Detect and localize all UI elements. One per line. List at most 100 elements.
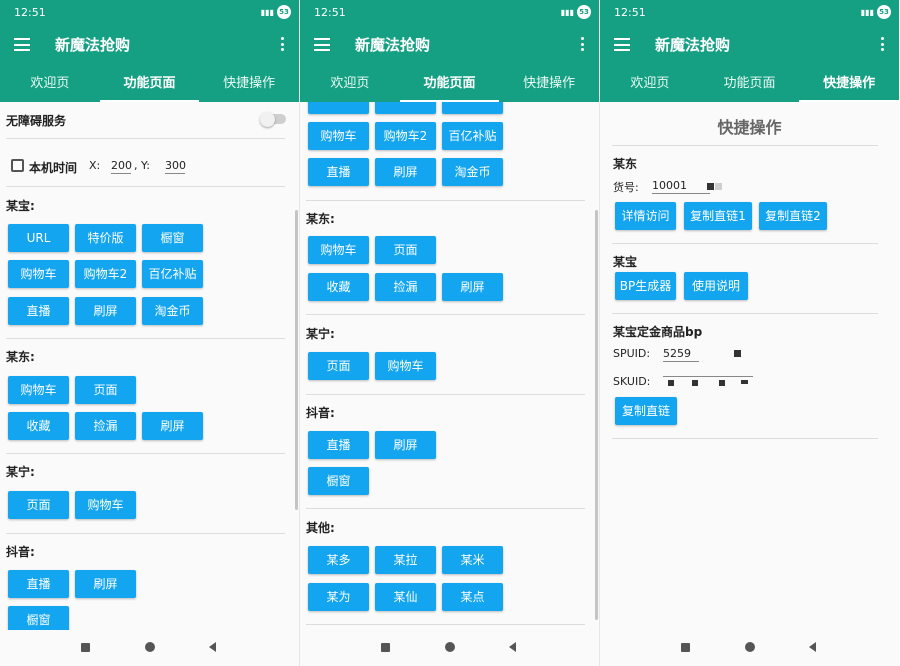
home-icon[interactable] bbox=[145, 642, 155, 652]
mt-cart2-button[interactable]: 购物车2 bbox=[375, 122, 436, 150]
tab-bar: 欢迎页 功能页面 快捷操作 bbox=[600, 66, 899, 102]
menu-icon[interactable] bbox=[14, 38, 30, 51]
other-dian-button[interactable]: 某点 bbox=[442, 583, 503, 611]
recents-icon[interactable] bbox=[681, 643, 690, 652]
dy-refresh-button[interactable]: 刷屏 bbox=[375, 431, 436, 459]
md-cart-button[interactable]: 购物车 bbox=[308, 236, 369, 264]
mt-subsidy-button[interactable]: 百亿补贴 bbox=[142, 260, 203, 288]
usage-guide-button[interactable]: 使用说明 bbox=[684, 272, 748, 300]
mt-subsidy-button[interactable]: 百亿补贴 bbox=[442, 122, 503, 150]
redaction-mark bbox=[707, 183, 714, 190]
mt-special-button[interactable]: 特价版 bbox=[75, 224, 136, 252]
md-bargain-button[interactable]: 捡漏 bbox=[75, 412, 136, 440]
mt-partial-button[interactable] bbox=[442, 102, 503, 114]
tab-bar: 欢迎页 功能页面 快捷操作 bbox=[300, 66, 599, 102]
home-icon[interactable] bbox=[445, 642, 455, 652]
dy-showcase-button[interactable]: 橱窗 bbox=[308, 467, 369, 495]
mt-showcase-button[interactable]: 橱窗 bbox=[142, 224, 203, 252]
shortcuts-content: 快捷操作 某东 货号: 10001 详情访问 复制直链1 复制直链2 某宝 BP… bbox=[600, 102, 899, 630]
tab-shortcuts[interactable]: 快捷操作 bbox=[199, 66, 299, 102]
tab-shortcuts[interactable]: 快捷操作 bbox=[799, 66, 899, 102]
dy-live-button[interactable]: 直播 bbox=[308, 431, 369, 459]
menu-icon[interactable] bbox=[314, 38, 330, 51]
more-options-icon[interactable] bbox=[581, 37, 585, 51]
section-label-mt: 某宝: bbox=[6, 199, 35, 213]
status-icons: ▮▮▮ 53 bbox=[561, 5, 591, 19]
dy-showcase-button[interactable]: 橱窗 bbox=[8, 606, 69, 630]
more-options-icon[interactable] bbox=[281, 37, 285, 51]
mt-cart-button[interactable]: 购物车 bbox=[8, 260, 69, 288]
scrollbar[interactable] bbox=[595, 210, 598, 620]
redaction-mark bbox=[734, 350, 741, 357]
other-la-button[interactable]: 某拉 bbox=[375, 546, 436, 574]
md-favorites-button[interactable]: 收藏 bbox=[308, 273, 369, 301]
more-options-icon[interactable] bbox=[881, 37, 885, 51]
md-refresh-button[interactable]: 刷屏 bbox=[142, 412, 203, 440]
home-icon[interactable] bbox=[745, 642, 755, 652]
mt-partial-button[interactable] bbox=[375, 102, 436, 114]
recents-icon[interactable] bbox=[381, 643, 390, 652]
tab-functions[interactable]: 功能页面 bbox=[99, 66, 200, 102]
other-xian-button[interactable]: 某仙 bbox=[375, 583, 436, 611]
dy-live-button[interactable]: 直播 bbox=[8, 570, 69, 598]
mt-partial-button[interactable] bbox=[308, 102, 369, 114]
status-time: 12:51 bbox=[14, 6, 46, 19]
mt-coins-button[interactable]: 淘金币 bbox=[142, 297, 203, 325]
mt-live-button[interactable]: 直播 bbox=[8, 297, 69, 325]
md-bargain-button[interactable]: 捡漏 bbox=[375, 273, 436, 301]
mn-page-button[interactable]: 页面 bbox=[8, 491, 69, 519]
dy-refresh-button[interactable]: 刷屏 bbox=[75, 570, 136, 598]
tab-welcome[interactable]: 欢迎页 bbox=[0, 66, 100, 102]
tab-welcome[interactable]: 欢迎页 bbox=[300, 66, 400, 102]
mn-cart-button[interactable]: 购物车 bbox=[75, 491, 136, 519]
back-icon[interactable] bbox=[509, 642, 516, 652]
y-input[interactable]: 300 bbox=[165, 159, 186, 174]
spuid-input[interactable]: 5259 bbox=[663, 347, 699, 362]
back-icon[interactable] bbox=[209, 642, 216, 652]
other-mi-button[interactable]: 某米 bbox=[442, 546, 503, 574]
divider bbox=[306, 508, 585, 509]
shortcuts-heading: 快捷操作 bbox=[717, 118, 782, 137]
mt-cart-button[interactable]: 购物车 bbox=[308, 122, 369, 150]
scrollbar[interactable] bbox=[295, 210, 298, 510]
localtime-checkbox[interactable] bbox=[11, 159, 24, 172]
md-page-button[interactable]: 页面 bbox=[375, 236, 436, 264]
y-label: , Y: bbox=[134, 159, 150, 172]
bp-generator-button[interactable]: BP生成器 bbox=[615, 272, 676, 300]
md-refresh-button[interactable]: 刷屏 bbox=[442, 273, 503, 301]
accessibility-toggle[interactable] bbox=[260, 112, 275, 127]
mt-live-button[interactable]: 直播 bbox=[308, 158, 369, 186]
mt-refresh-button[interactable]: 刷屏 bbox=[75, 297, 136, 325]
mt-refresh-button[interactable]: 刷屏 bbox=[375, 158, 436, 186]
copy-link1-button[interactable]: 复制直链1 bbox=[684, 202, 752, 230]
other-pdd-button[interactable]: 某多 bbox=[308, 546, 369, 574]
section-label-mn: 某宁: bbox=[306, 327, 335, 341]
menu-icon[interactable] bbox=[614, 38, 630, 51]
x-input[interactable]: 200 bbox=[111, 159, 132, 174]
redaction-mark bbox=[741, 380, 748, 384]
tab-welcome[interactable]: 欢迎页 bbox=[600, 66, 700, 102]
other-wei-button[interactable]: 某为 bbox=[308, 583, 369, 611]
skuid-input[interactable] bbox=[663, 375, 753, 377]
copy-link2-button[interactable]: 复制直链2 bbox=[759, 202, 827, 230]
copy-link-button[interactable]: 复制直链 bbox=[615, 397, 677, 425]
sku-label: 货号: bbox=[613, 181, 639, 194]
md-favorites-button[interactable]: 收藏 bbox=[8, 412, 69, 440]
divider bbox=[612, 243, 878, 244]
recents-icon[interactable] bbox=[81, 643, 90, 652]
section-label-dy: 抖音: bbox=[306, 406, 335, 420]
back-icon[interactable] bbox=[809, 642, 816, 652]
tab-functions[interactable]: 功能页面 bbox=[700, 66, 800, 102]
md-page-button[interactable]: 页面 bbox=[75, 376, 136, 404]
mt-cart2-button[interactable]: 购物车2 bbox=[75, 260, 136, 288]
spuid-label: SPUID: bbox=[613, 347, 651, 360]
md-cart-button[interactable]: 购物车 bbox=[8, 376, 69, 404]
tab-shortcuts[interactable]: 快捷操作 bbox=[499, 66, 599, 102]
sku-input[interactable]: 10001 bbox=[652, 179, 710, 194]
mn-page-button[interactable]: 页面 bbox=[308, 352, 369, 380]
detail-visit-button[interactable]: 详情访问 bbox=[615, 202, 676, 230]
tab-functions[interactable]: 功能页面 bbox=[399, 66, 500, 102]
mt-coins-button[interactable]: 淘金币 bbox=[442, 158, 503, 186]
mt-url-button[interactable]: URL bbox=[8, 224, 69, 252]
mn-cart-button[interactable]: 购物车 bbox=[375, 352, 436, 380]
